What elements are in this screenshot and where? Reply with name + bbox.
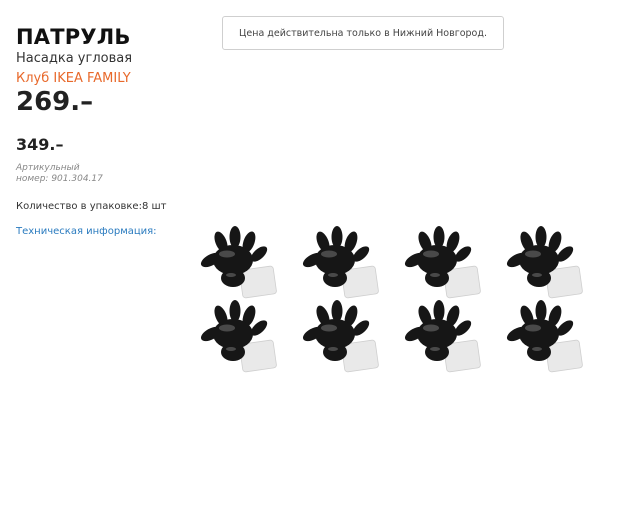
product-image[interactable] — [193, 213, 593, 373]
product-info-panel: ПАТРУЛЬ Насадка угловая Клуб IKEA FAMILY… — [16, 24, 206, 238]
family-price: 269.– — [16, 87, 94, 117]
article-number: Артикульный номер: 901.304.17 — [16, 163, 206, 185]
corner-bumper-icon — [198, 225, 584, 373]
pack-quantity: Количество в упаковке:8 шт — [16, 201, 167, 212]
regular-price: 349.– — [16, 135, 64, 154]
technical-info-link[interactable]: Техническая информация: — [16, 226, 157, 237]
ikea-family-label: Клуб IKEA FAMILY — [16, 71, 131, 86]
article-value: номер: 901.304.17 — [16, 174, 103, 184]
product-description: Насадка угловая — [16, 51, 133, 66]
price-validity-notice: Цена действительна только в Нижний Новго… — [222, 16, 504, 50]
article-label: Артикульный — [16, 163, 80, 173]
product-name: ПАТРУЛЬ — [16, 25, 131, 49]
